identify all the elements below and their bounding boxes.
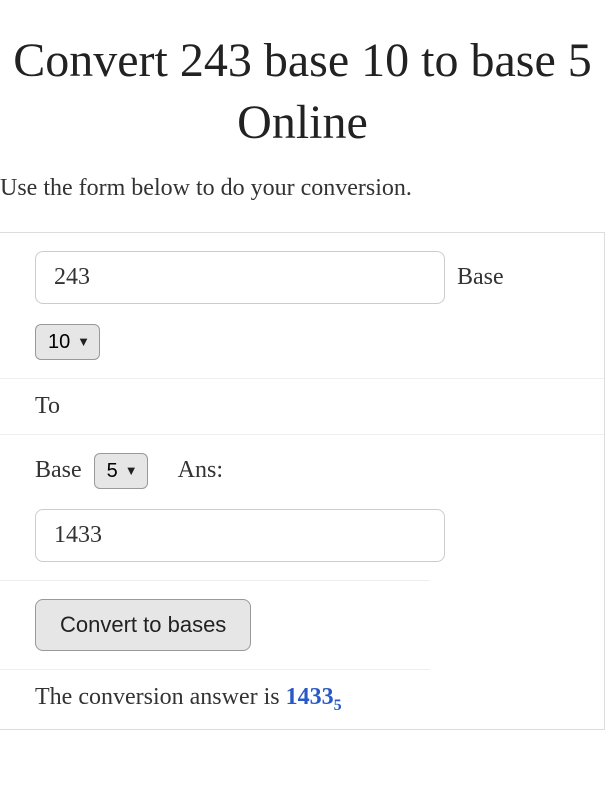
- to-label: To: [35, 393, 60, 420]
- from-base-select-wrap: 10: [35, 324, 100, 360]
- answer-row: The conversion answer is 14335: [0, 670, 430, 729]
- input-row: Base 10: [0, 233, 604, 379]
- to-base-label: Base: [35, 457, 82, 484]
- answer-input[interactable]: [35, 509, 445, 562]
- to-base-select[interactable]: 5: [94, 453, 148, 489]
- number-input[interactable]: [35, 251, 445, 304]
- answer-prefix: The conversion answer is: [35, 684, 286, 710]
- ans-label: Ans:: [178, 457, 223, 484]
- button-row: Convert to bases: [0, 580, 430, 670]
- instruction-text: Use the form below to do your conversion…: [0, 175, 605, 232]
- to-row: To: [0, 379, 604, 435]
- base-label: Base: [457, 264, 504, 291]
- conversion-form: Base 10 To Base 5 Ans: Convert to bases …: [0, 232, 605, 730]
- convert-button[interactable]: Convert to bases: [35, 599, 251, 651]
- output-row: Base 5 Ans:: [0, 435, 604, 580]
- page-title: Convert 243 base 10 to base 5 Online: [0, 0, 605, 175]
- from-base-select[interactable]: 10: [35, 324, 100, 360]
- to-base-select-wrap: 5: [94, 453, 148, 489]
- answer-value: 1433: [286, 684, 334, 710]
- answer-subscript: 5: [334, 697, 342, 714]
